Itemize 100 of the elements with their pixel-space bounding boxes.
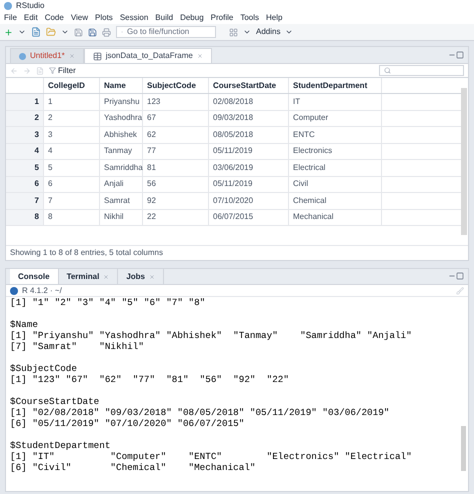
- caret-icon[interactable]: [285, 28, 294, 36]
- table-cell: Priyanshu: [100, 94, 143, 110]
- table-cell: 2: [44, 110, 100, 126]
- table-cell: 05/11/2019: [209, 176, 289, 192]
- print-icon[interactable]: [102, 28, 111, 36]
- menu-item[interactable]: Tools: [240, 12, 260, 24]
- table-cell: 06/07/2015: [209, 210, 289, 225]
- table-cell: 6: [44, 176, 100, 192]
- table-cell: 08/05/2018: [209, 127, 289, 142]
- menu-item[interactable]: Build: [155, 12, 174, 24]
- save-icon[interactable]: [74, 28, 83, 36]
- row-number: 3: [6, 127, 44, 142]
- table-icon: [92, 52, 102, 60]
- column-header[interactable]: SubjectCode: [143, 78, 209, 93]
- table-cell: 3: [44, 127, 100, 142]
- menu-item[interactable]: Session: [120, 12, 148, 24]
- caret-icon[interactable]: [18, 28, 26, 36]
- table-cell: ENTC: [289, 127, 382, 142]
- console-tab[interactable]: Console: [10, 269, 59, 284]
- column-header[interactable]: CourseStartDate: [209, 78, 289, 93]
- menu-item[interactable]: Edit: [24, 12, 38, 24]
- scrollbar[interactable]: [461, 426, 466, 471]
- table-cell: 67: [143, 110, 209, 126]
- table-cell: Computer: [289, 110, 382, 126]
- r-logo-icon: [10, 286, 18, 294]
- console-path: R 4.1.2 · ~/: [22, 284, 62, 296]
- menu-item[interactable]: Debug: [180, 12, 204, 24]
- console-line: $StudentDepartment: [10, 440, 112, 451]
- back-icon[interactable]: [10, 66, 18, 74]
- table-cell: 81: [143, 160, 209, 176]
- editor-tab[interactable]: Untitled1*: [10, 48, 84, 63]
- table-cell: Samriddha: [100, 160, 143, 176]
- menu-item[interactable]: Code: [44, 12, 64, 24]
- caret-icon[interactable]: [61, 28, 69, 36]
- table-cell: Electrical: [289, 160, 382, 176]
- console-line: $SubjectCode: [10, 363, 78, 374]
- table-cell: Anjali: [100, 176, 143, 192]
- table-cell: Civil: [289, 176, 382, 192]
- filter-label: Filter: [58, 64, 76, 76]
- new-file-icon[interactable]: [4, 28, 13, 36]
- table-cell: 62: [143, 127, 209, 142]
- forward-icon[interactable]: [23, 66, 31, 74]
- close-icon[interactable]: [148, 274, 155, 280]
- filter-button[interactable]: Filter: [49, 64, 76, 76]
- caret-icon[interactable]: [243, 28, 251, 36]
- clear-console-icon[interactable]: [456, 286, 464, 294]
- table-cell: 77: [143, 144, 209, 159]
- table-cell: 22: [143, 210, 209, 225]
- scrollbar[interactable]: [461, 88, 467, 235]
- grid-icon[interactable]: [229, 28, 238, 36]
- close-icon[interactable]: [68, 53, 75, 59]
- table-cell: 7: [44, 193, 100, 208]
- table-cell: 4: [44, 144, 100, 159]
- table-cell: 09/03/2018: [209, 110, 289, 126]
- table-cell: 03/06/2019: [209, 160, 289, 176]
- script-icon: [19, 52, 26, 60]
- menu-item[interactable]: File: [4, 12, 17, 24]
- table-cell: 56: [143, 176, 209, 192]
- editor-tab[interactable]: jsonData_to_DataFrame: [84, 48, 212, 63]
- search-icon: [384, 67, 391, 74]
- column-header[interactable]: StudentDepartment: [289, 78, 382, 93]
- console-line: [1] "IT" "Computer" "ENTC" "Electronics" "Electrical": [10, 451, 413, 462]
- console-line: [1] "1" "2" "3" "4" "5" "6" "7" "8": [10, 297, 206, 308]
- table-cell: Nikhil: [100, 210, 143, 225]
- maximize-icon[interactable]: [456, 272, 464, 280]
- menu-item[interactable]: Profile: [210, 12, 234, 24]
- menu-item[interactable]: Plots: [95, 12, 113, 24]
- search-field[interactable]: [379, 65, 464, 76]
- console-line: [1] "123" "67" "62" "77" "81" "56" "92" "22": [10, 374, 290, 385]
- table-cell: 07/10/2020: [209, 193, 289, 208]
- console-line: [6] "Civil" "Chemical" "Mechanical": [10, 462, 256, 473]
- console-line: [7] "Samrat" "Nikhil": [10, 341, 145, 352]
- table-cell: Chemical: [289, 193, 382, 208]
- save-all-icon[interactable]: [88, 28, 97, 36]
- new-project-icon[interactable]: [31, 27, 41, 37]
- row-number: 4: [6, 144, 44, 159]
- table-cell: IT: [289, 94, 382, 110]
- addins-button[interactable]: Addins: [256, 26, 280, 38]
- popout-icon[interactable]: [36, 66, 44, 74]
- go-to-file-field[interactable]: Go to file/function: [116, 26, 216, 38]
- column-header[interactable]: CollegeID: [44, 78, 100, 93]
- console-tab[interactable]: Terminal: [58, 269, 118, 284]
- status-text: Showing 1 to 8 of 8 entries, 5 total columns: [6, 245, 468, 260]
- column-header[interactable]: Name: [100, 78, 143, 93]
- console-line: $Name: [10, 319, 39, 330]
- row-number: 8: [6, 210, 44, 225]
- app-logo-icon: [4, 2, 12, 10]
- table-cell: Tanmay: [100, 144, 143, 159]
- maximize-icon[interactable]: [456, 51, 464, 59]
- close-icon[interactable]: [196, 53, 203, 59]
- close-icon[interactable]: [103, 274, 110, 280]
- menu-item[interactable]: Help: [266, 12, 282, 24]
- table-cell: 05/11/2019: [209, 144, 289, 159]
- table-cell: 5: [44, 160, 100, 176]
- open-folder-icon[interactable]: [46, 27, 56, 37]
- menu-item[interactable]: View: [70, 12, 88, 24]
- console-line: [6] "05/11/2019" "07/10/2020" "06/07/2015": [10, 418, 246, 429]
- console-line: $CourseStartDate: [10, 396, 100, 407]
- table-cell: 02/08/2018: [209, 94, 289, 110]
- table-cell: 1: [44, 94, 100, 110]
